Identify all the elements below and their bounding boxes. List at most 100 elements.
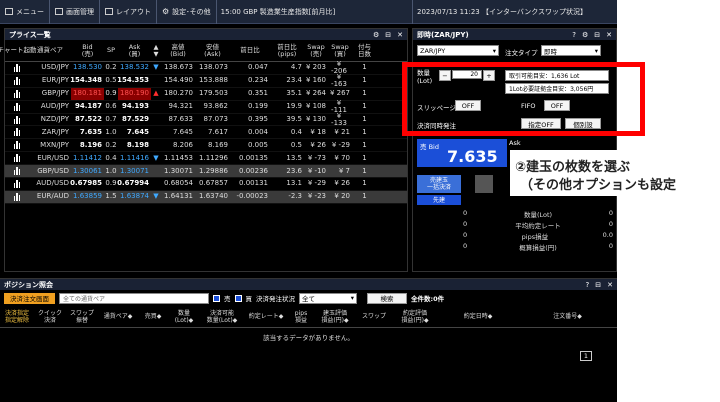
pre-settle-tab[interactable]: 先建	[417, 195, 461, 205]
search-button[interactable]: 検索	[367, 292, 407, 304]
price-row[interactable]: EUR/AUD 1.63859 1.5 1.63874 ▼ 1.64131 1.63740-…	[5, 190, 407, 204]
chart-launch-icon[interactable]	[5, 178, 29, 190]
chart-launch-icon[interactable]	[5, 75, 29, 87]
popout-icon[interactable]: ⊟	[385, 31, 391, 39]
chart-launch-icon[interactable]	[5, 101, 29, 113]
gear-icon[interactable]: ⚙	[582, 31, 588, 39]
price-cell-ask[interactable]: 138.532	[118, 62, 151, 74]
settings-button[interactable]: ⚙ 設定･その他	[157, 0, 217, 24]
price-cell-pair[interactable]: USD/JPY	[29, 62, 71, 74]
close-icon[interactable]: ✕	[607, 281, 613, 289]
price-cell-bid[interactable]: 8.196	[71, 139, 104, 151]
chart-launch-icon[interactable]	[5, 191, 29, 203]
price-cell-bid[interactable]: 1.11412	[71, 152, 104, 164]
price-col-header[interactable]: 前日比	[230, 40, 270, 61]
price-cell-pair[interactable]: GBP/JPY	[29, 88, 71, 100]
price-cell-pair[interactable]: EUR/USD	[29, 152, 71, 164]
position-col-header[interactable]: 建玉評価 損益(円)◆	[314, 306, 356, 327]
price-col-header[interactable]: Swap (買)	[328, 40, 352, 61]
price-row[interactable]: EUR/USD 1.11412 0.4 1.11416 ▼ 1.11453 1.11296 0…	[5, 152, 407, 166]
price-col-header[interactable]: 安値 (Ask)	[195, 40, 230, 61]
chart-launch-icon[interactable]	[5, 139, 29, 151]
position-col-header[interactable]: 約定評価 損益(円)◆	[392, 306, 438, 327]
price-cell-bid[interactable]: 0.67985	[70, 178, 104, 190]
sell-bid-button[interactable]: 売 Bid 7.635	[417, 139, 507, 167]
price-cell-ask[interactable]: 0.67994	[117, 178, 151, 190]
price-cell-bid[interactable]: 94.187	[71, 101, 104, 113]
datetime-swap-status[interactable]: 2023/07/13 11:23 【インターバンクスワップ状況】	[412, 0, 591, 24]
price-row[interactable]: GBP/USD 1.30061 1.0 1.30071 1.30071 1.29886 0.…	[5, 165, 407, 179]
position-col-header[interactable]: 数量 (Lot)◆	[168, 306, 200, 327]
chart-launch-icon[interactable]	[5, 126, 29, 138]
page-number[interactable]: 1	[580, 351, 592, 361]
price-col-header[interactable]: 付与 日数	[352, 40, 377, 61]
price-col-header[interactable]: ▲ ▼	[151, 40, 161, 61]
price-cell-ask[interactable]: 87.529	[118, 114, 151, 126]
price-cell-ask[interactable]: 1.11416	[118, 152, 151, 164]
price-cell-pair[interactable]: AUD/JPY	[29, 101, 71, 113]
price-cell-pair[interactable]: AUD/USD	[29, 178, 71, 190]
position-col-header[interactable]: スワップ	[356, 306, 392, 327]
pair-select[interactable]: ZAR/JPY ▾	[417, 45, 499, 56]
settle-order-screen-button[interactable]: 決済注文画面	[4, 292, 55, 304]
price-cell-pair[interactable]: ZAR/JPY	[29, 126, 71, 138]
price-cell-ask[interactable]: 1.30071	[118, 165, 151, 177]
chart-launch-icon[interactable]	[5, 114, 29, 126]
price-cell-ask[interactable]: 180.190	[118, 87, 151, 100]
price-col-header[interactable]: SP	[104, 40, 118, 61]
position-col-header[interactable]: 決済可能 数量(Lot)◆	[200, 306, 244, 327]
price-cell-pair[interactable]: GBP/USD	[29, 165, 71, 177]
chart-launch-icon[interactable]	[5, 62, 29, 74]
chart-launch-icon[interactable]	[5, 88, 29, 100]
chart-launch-icon[interactable]	[5, 165, 29, 177]
price-cell-ask[interactable]: 94.193	[118, 101, 151, 113]
help-icon[interactable]: ?	[586, 281, 590, 289]
price-cell-bid[interactable]: 87.522	[71, 114, 104, 126]
popout-icon[interactable]: ⊟	[594, 31, 600, 39]
gear-icon[interactable]: ⚙	[373, 31, 379, 39]
price-cell-bid[interactable]: 180.181	[71, 87, 104, 100]
news-ticker[interactable]: 15:00 GBP 製造業生産指数[前月比]	[217, 0, 340, 24]
price-col-header[interactable]: 高値 (Bid)	[161, 40, 195, 61]
help-icon[interactable]: ?	[572, 31, 576, 39]
price-cell-pair[interactable]: EUR/AUD	[29, 191, 71, 203]
position-col-header[interactable]: クイック 決済	[34, 306, 66, 327]
price-row[interactable]: NZD/JPY 87.522 0.7 87.529 87.633 87.073 0.395 3…	[5, 112, 407, 127]
price-col-header[interactable]: チャート起動	[0, 40, 36, 61]
price-cell-bid[interactable]: 138.530	[71, 62, 104, 74]
layout-button[interactable]: レイアウト	[100, 0, 157, 24]
position-col-header[interactable]: 約定レート◆	[244, 306, 288, 327]
price-cell-bid[interactable]: 1.30061	[71, 165, 104, 177]
price-row[interactable]: AUD/USD 0.67985 0.9 0.67994 0.68054 0.67857 0.…	[5, 178, 407, 191]
price-cell-ask[interactable]: 8.198	[118, 139, 151, 151]
price-cell-bid[interactable]: 154.348	[70, 75, 104, 87]
price-cell-pair[interactable]: NZD/JPY	[29, 114, 71, 126]
price-cell-ask[interactable]: 1.63874	[118, 191, 151, 203]
price-cell-pair[interactable]: EUR/JPY	[29, 75, 71, 87]
popout-icon[interactable]: ⊟	[595, 281, 601, 289]
position-col-header[interactable]: 通貨ペア◆	[98, 306, 138, 327]
position-col-header[interactable]: 売買◆	[138, 306, 168, 327]
position-col-header[interactable]: pips 損益	[288, 306, 314, 327]
price-col-header[interactable]: 前日比 (pips)	[270, 40, 304, 61]
settle-status-select[interactable]: 全て ▾	[299, 292, 357, 304]
position-col-header[interactable]: 注文番号◆	[518, 306, 617, 327]
price-cell-pair[interactable]: MXN/JPY	[29, 139, 71, 151]
price-col-header[interactable]: Bid (売)	[71, 40, 104, 61]
price-cell-ask[interactable]: 154.353	[117, 75, 151, 87]
price-row[interactable]: EUR/JPY 154.348 0.5 154.353 154.490 153.888 0.…	[5, 73, 407, 88]
position-col-header[interactable]: 決済指定 指定解除	[0, 306, 34, 327]
price-col-header[interactable]: Ask (買)	[118, 40, 151, 61]
price-row[interactable]: ZAR/JPY 7.635 1.0 7.645 7.645 7.617 0.004 0.4 ¥ …	[5, 126, 407, 140]
sell-checkbox[interactable]	[213, 294, 220, 302]
bulk-close-buy-button[interactable]	[475, 175, 493, 193]
price-cell-bid[interactable]: 1.63859	[71, 191, 104, 203]
position-col-header[interactable]: 約定日時◆	[438, 306, 518, 327]
price-col-header[interactable]: Swap (売)	[304, 40, 328, 61]
menu-button[interactable]: メニュー	[0, 0, 50, 24]
close-icon[interactable]: ✕	[397, 31, 403, 39]
pair-filter-input[interactable]: 全ての通貨ペア	[59, 292, 209, 304]
position-col-header[interactable]: スワップ 振替	[66, 306, 98, 327]
price-col-header[interactable]: 通貨ペア	[29, 40, 71, 61]
order-type-select[interactable]: 即時 ▾	[541, 45, 601, 56]
